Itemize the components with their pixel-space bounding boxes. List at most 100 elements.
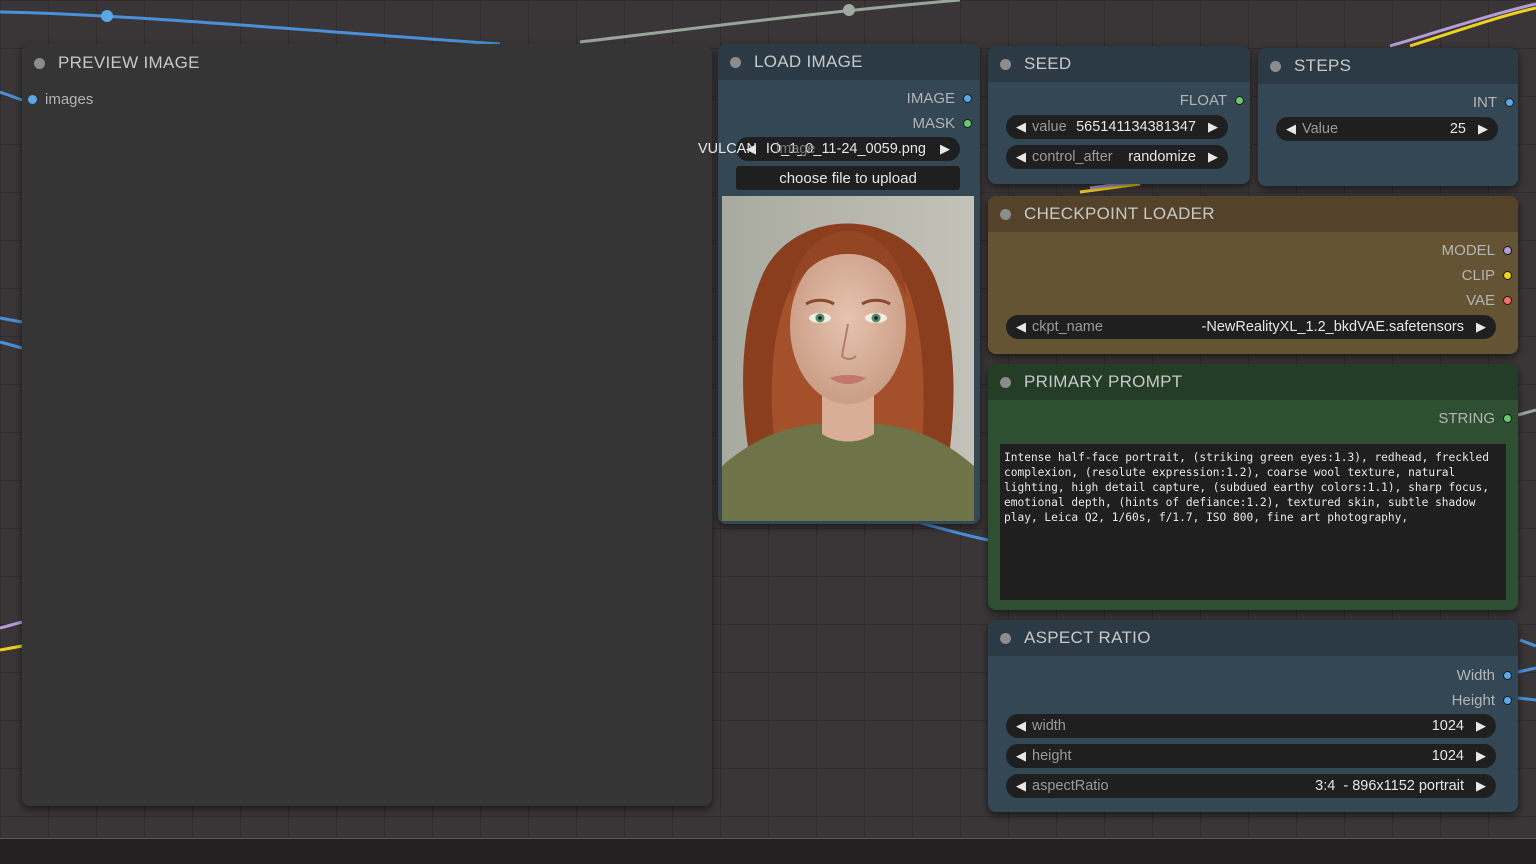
node-title: LOAD IMAGE	[754, 52, 863, 71]
wire-reroute-dot	[101, 10, 113, 22]
node-title: PREVIEW IMAGE	[58, 53, 200, 72]
output-label: INT	[1472, 93, 1497, 111]
wire-gray-right	[1517, 408, 1536, 417]
control-after-widget[interactable]: ◀ control_after randomize ▶	[1006, 145, 1228, 169]
output-dot-icon[interactable]	[1503, 270, 1512, 280]
wire-reroute-dot	[843, 4, 855, 16]
widget-label: control_after	[1032, 149, 1113, 165]
width-widget[interactable]: ◀ width 1024 ▶	[1006, 714, 1496, 738]
steps-node[interactable]: STEPS INT ◀ Value 25 ▶	[1258, 48, 1518, 186]
output-slot-width[interactable]: Width	[1457, 665, 1512, 685]
arrow-right-icon[interactable]: ▶	[1474, 319, 1488, 335]
arrow-left-icon[interactable]: ◀	[1014, 119, 1028, 135]
output-slot-mask[interactable]: MASK	[912, 113, 972, 133]
image-combo-widget[interactable]: ◀ image VULCAN IO_1_0_11-24_0059.png ▶	[698, 137, 960, 161]
checkpoint-loader-node[interactable]: CHECKPOINT LOADER MODEL CLIP VAE ◀ ckpt_…	[988, 196, 1518, 354]
upload-button[interactable]: choose file to upload	[736, 166, 960, 190]
output-slot-clip[interactable]: CLIP	[1462, 265, 1512, 285]
prompt-textarea[interactable]: Intense half-face portrait, (striking gr…	[1000, 444, 1506, 600]
wire-purple	[1389, 2, 1536, 48]
widget-label: aspectRatio	[1032, 778, 1109, 794]
seed-node[interactable]: SEED FLOAT ◀ value 565141134381347 ▶ ◀ c…	[988, 46, 1250, 184]
load-image-node[interactable]: LOAD IMAGE IMAGE MASK ◀ image VULCAN IO_…	[698, 44, 980, 524]
node-title: CHECKPOINT LOADER	[1024, 204, 1215, 223]
collapse-dot-icon[interactable]	[1000, 376, 1011, 388]
widget-label: value	[1032, 119, 1067, 135]
widget-label: height	[1032, 748, 1072, 764]
steps-value-widget[interactable]: ◀ Value 25 ▶	[1276, 117, 1498, 141]
arrow-left-icon[interactable]: ◀	[1014, 149, 1028, 165]
arrow-right-icon[interactable]: ▶	[1476, 121, 1490, 137]
node-header[interactable]: LOAD IMAGE	[718, 44, 980, 80]
collapse-dot-icon[interactable]	[34, 57, 45, 69]
output-dot-icon[interactable]	[1503, 695, 1512, 705]
wire-blue-left2	[0, 316, 23, 324]
output-slot-string[interactable]: STRING	[1438, 408, 1512, 428]
arrow-right-icon[interactable]: ▶	[1474, 748, 1488, 764]
widget-value: 1024	[1431, 718, 1464, 734]
widget-value: randomize	[1128, 149, 1196, 165]
arrow-right-icon[interactable]: ▶	[1474, 778, 1488, 794]
node-header[interactable]: CHECKPOINT LOADER	[988, 196, 1518, 232]
output-dot-icon[interactable]	[1505, 97, 1514, 107]
seed-value-widget[interactable]: ◀ value 565141134381347 ▶	[1006, 115, 1228, 139]
input-dot-icon[interactable]	[28, 94, 37, 104]
collapse-dot-icon[interactable]	[1270, 60, 1281, 72]
output-label: CLIP	[1461, 266, 1495, 284]
node-header[interactable]: PRIMARY PROMPT	[988, 364, 1518, 400]
node-header[interactable]: STEPS	[1258, 48, 1518, 84]
input-slot-images[interactable]: images	[28, 89, 93, 109]
portrait-photo-icon	[722, 196, 974, 521]
output-slot-int[interactable]: INT	[1473, 92, 1514, 112]
output-dot-icon[interactable]	[1235, 95, 1244, 105]
arrow-right-icon[interactable]: ▶	[1206, 149, 1220, 165]
node-header[interactable]: ASPECT RATIO	[988, 620, 1518, 656]
collapse-dot-icon[interactable]	[1000, 58, 1011, 70]
output-label: Width	[1456, 666, 1495, 684]
arrow-right-icon[interactable]: ▶	[1206, 119, 1220, 135]
widget-label: Value	[1302, 121, 1339, 137]
preview-image-node[interactable]: PREVIEW IMAGE images	[22, 44, 712, 806]
output-dot-icon[interactable]	[1503, 670, 1512, 680]
wire-blue-left3	[0, 340, 23, 350]
output-slot-height[interactable]: Height	[1452, 690, 1512, 710]
output-slot-float[interactable]: FLOAT	[1180, 90, 1244, 110]
ckpt-name-widget[interactable]: ◀ ckpt_name -NewRealityXL_1.2_bkdVAE.saf…	[1006, 315, 1496, 339]
collapse-dot-icon[interactable]	[730, 56, 741, 68]
primary-prompt-node[interactable]: PRIMARY PROMPT STRING Intense half-face …	[988, 364, 1518, 610]
output-slot-image[interactable]: IMAGE	[907, 88, 972, 108]
widget-value: 25	[1449, 121, 1466, 137]
collapse-dot-icon[interactable]	[1000, 632, 1011, 644]
output-dot-icon[interactable]	[1503, 413, 1512, 423]
arrow-left-icon[interactable]: ◀	[1014, 748, 1028, 764]
output-dot-icon[interactable]	[1503, 245, 1512, 255]
height-widget[interactable]: ◀ height 1024 ▶	[1006, 744, 1496, 768]
bottom-status-bar	[0, 838, 1536, 864]
collapse-dot-icon[interactable]	[1000, 208, 1011, 220]
output-dot-icon[interactable]	[1503, 295, 1512, 305]
output-dot-icon[interactable]	[963, 118, 972, 128]
output-slot-vae[interactable]: VAE	[1466, 290, 1512, 310]
aspect-ratio-node[interactable]: ASPECT RATIO Width Height ◀ width 1024 ▶…	[988, 620, 1518, 812]
arrow-right-icon[interactable]: ▶	[1474, 718, 1488, 734]
wire-yellow-left	[0, 644, 23, 652]
aspect-ratio-widget[interactable]: ◀ aspectRatio 3:4 - 896x1152 portrait ▶	[1006, 774, 1496, 798]
arrow-left-icon[interactable]: ◀	[1014, 718, 1028, 734]
output-label: FLOAT	[1179, 91, 1227, 109]
output-label: IMAGE	[906, 89, 955, 107]
node-header[interactable]: PREVIEW IMAGE	[22, 44, 712, 82]
arrow-left-icon[interactable]: ◀	[1014, 319, 1028, 335]
output-label: Height	[1451, 691, 1495, 709]
node-title: SEED	[1024, 54, 1072, 73]
output-label: MASK	[912, 114, 955, 132]
output-label: MODEL	[1441, 241, 1495, 259]
arrow-right-icon[interactable]: ▶	[938, 141, 952, 157]
arrow-left-icon[interactable]: ◀	[1284, 121, 1298, 137]
output-slot-model[interactable]: MODEL	[1442, 240, 1512, 260]
node-title: STEPS	[1294, 56, 1352, 75]
widget-label: ckpt_name	[1032, 319, 1103, 335]
arrow-left-icon[interactable]: ◀	[1014, 778, 1028, 794]
node-header[interactable]: SEED	[988, 46, 1250, 82]
output-dot-icon[interactable]	[963, 93, 972, 103]
input-label: images	[45, 90, 94, 108]
